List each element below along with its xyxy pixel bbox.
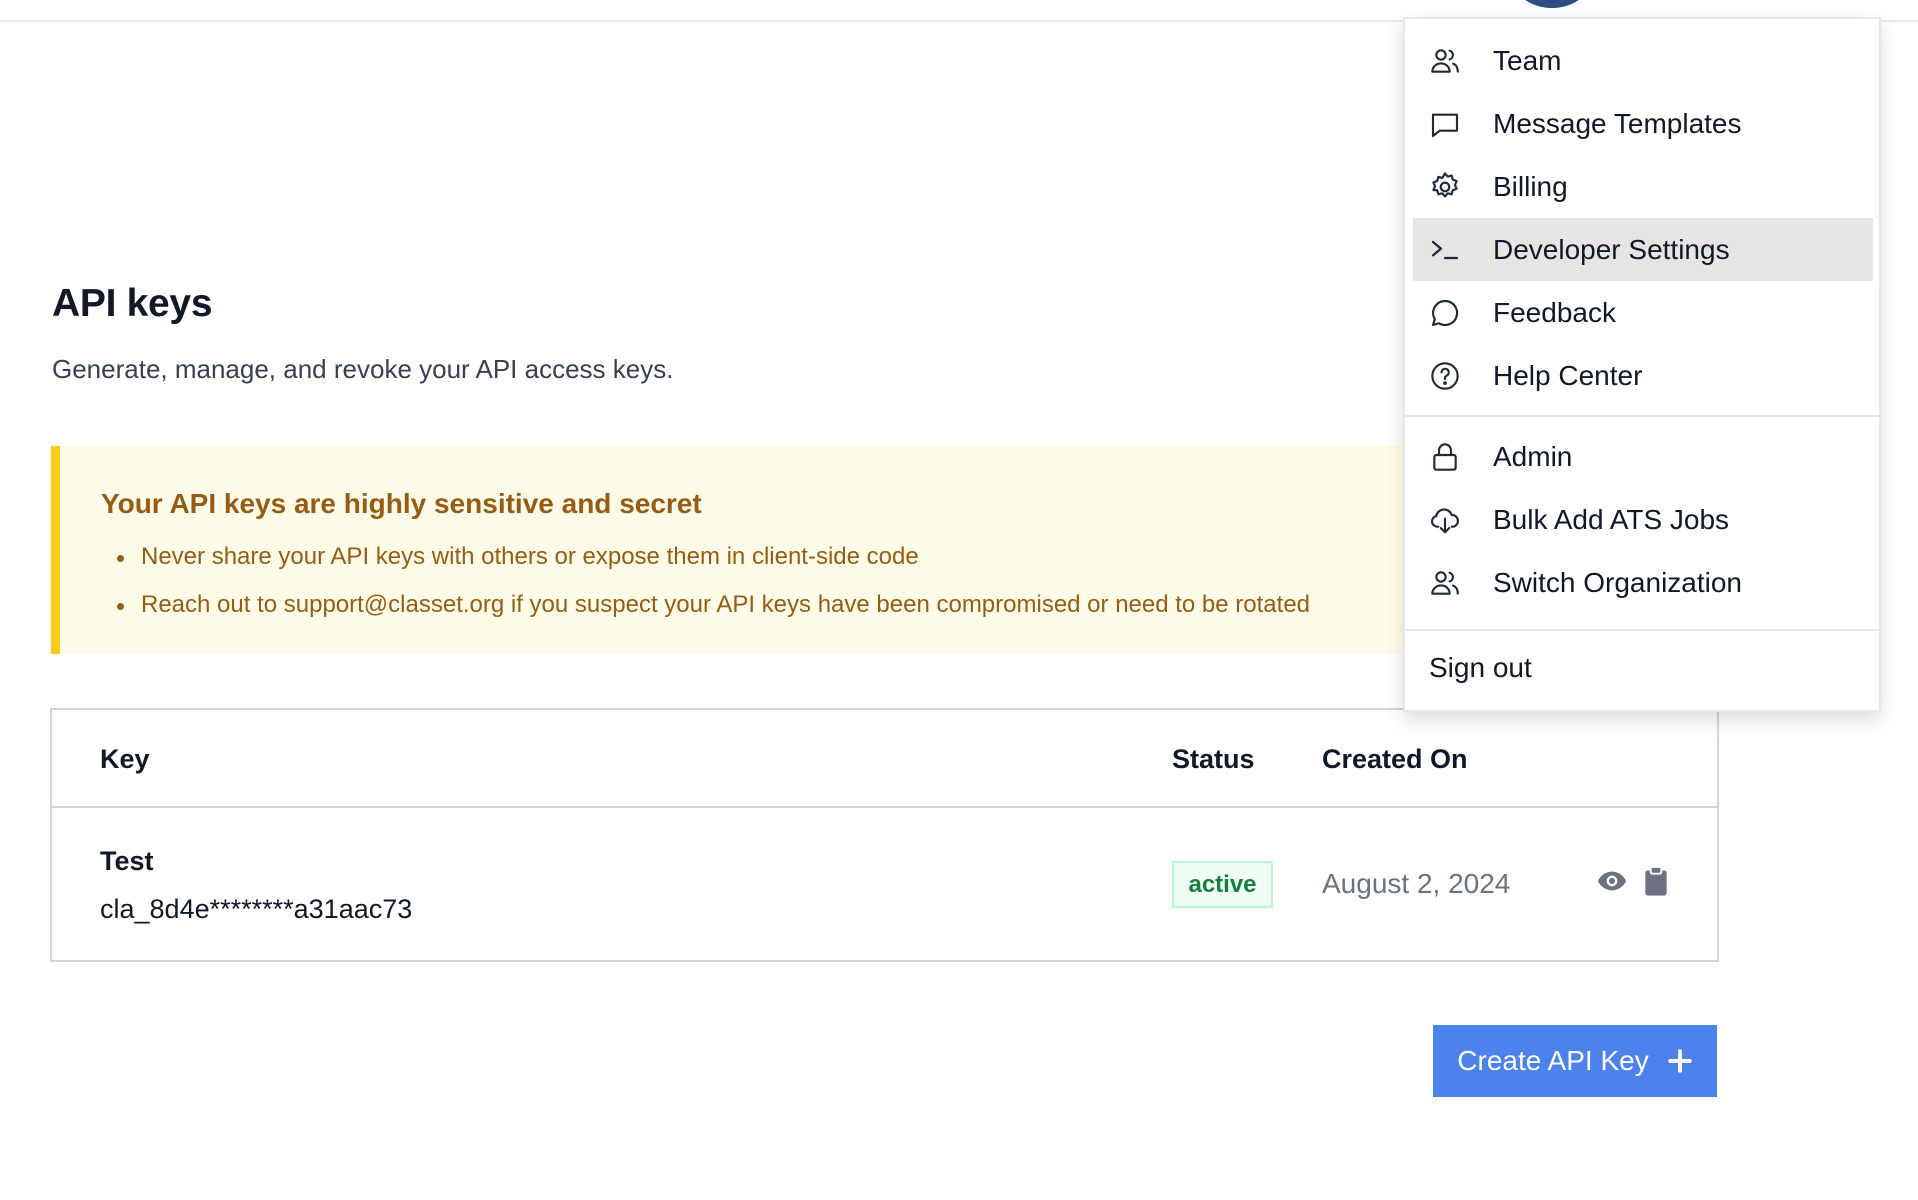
status-badge: active: [1172, 861, 1273, 908]
menu-item-label: Switch Organization: [1493, 566, 1743, 598]
menu-item-label: Feedback: [1493, 296, 1616, 328]
menu-item-label: Admin: [1493, 440, 1573, 472]
menu-item-feedback[interactable]: Feedback: [1413, 281, 1873, 344]
terminal-icon: [1431, 240, 1459, 260]
menu-item-switch-organization[interactable]: Switch Organization: [1413, 551, 1873, 614]
user-dropdown-menu: Team Message Templates Billing Developer…: [1403, 17, 1881, 712]
menu-item-admin[interactable]: Admin: [1413, 425, 1873, 488]
menu-item-label: Message Templates: [1493, 107, 1742, 139]
eye-icon[interactable]: [1596, 865, 1628, 897]
chat-bubble-icon: [1431, 299, 1459, 327]
api-keys-table: Key Status Created On Test cla_8d4e*****…: [50, 708, 1719, 962]
security-warning-box: Your API keys are highly sensitive and s…: [51, 446, 1451, 654]
column-header-created-on: Created On: [1322, 744, 1468, 774]
warning-list: Never share your API keys with others or…: [101, 542, 1310, 638]
create-api-key-button[interactable]: Create API Key: [1433, 1025, 1717, 1097]
create-api-key-label: Create API Key: [1457, 1045, 1649, 1076]
menu-item-billing[interactable]: Billing: [1413, 155, 1873, 218]
cloud-download-icon: [1430, 508, 1459, 534]
clipboard-icon[interactable]: [1640, 865, 1672, 897]
created-date: August 2, 2024: [1322, 868, 1511, 899]
menu-item-label: Bulk Add ATS Jobs: [1493, 503, 1730, 535]
lock-icon: [1433, 443, 1457, 471]
message-square-icon: [1431, 113, 1459, 138]
users-icon: [1431, 49, 1459, 73]
menu-item-label: Team: [1493, 44, 1562, 76]
gear-icon: [1432, 172, 1458, 198]
table-header: Key Status Created On: [52, 710, 1717, 808]
menu-item-developer-settings[interactable]: Developer Settings: [1413, 218, 1873, 281]
key-value: cla_8d4e********a31aac73: [100, 894, 413, 924]
menu-item-bulk-add-ats-jobs[interactable]: Bulk Add ATS Jobs: [1413, 488, 1873, 551]
key-name: Test: [100, 846, 154, 876]
column-header-key: Key: [100, 744, 150, 774]
menu-item-team[interactable]: Team: [1413, 29, 1873, 92]
plus-icon: [1668, 1049, 1692, 1073]
menu-item-label: Help Center: [1493, 359, 1643, 391]
users-icon: [1431, 571, 1459, 595]
help-circle-icon: [1431, 362, 1459, 390]
sign-out-button[interactable]: Sign out: [1429, 652, 1532, 684]
menu-divider: [1405, 629, 1879, 631]
menu-item-help-center[interactable]: Help Center: [1413, 344, 1873, 407]
warning-title: Your API keys are highly sensitive and s…: [101, 488, 702, 519]
column-header-status: Status: [1172, 744, 1255, 774]
menu-item-label: Developer Settings: [1493, 233, 1730, 265]
menu-item-label: Billing: [1493, 170, 1568, 202]
warning-item: Reach out to support@classet.org if you …: [101, 590, 1310, 638]
page-subtitle: Generate, manage, and revoke your API ac…: [52, 354, 674, 384]
menu-divider: [1405, 415, 1879, 417]
user-avatar[interactable]: [1515, 0, 1589, 8]
menu-item-message-templates[interactable]: Message Templates: [1413, 92, 1873, 155]
warning-item: Never share your API keys with others or…: [101, 542, 1310, 590]
table-row: Test cla_8d4e********a31aac73 active Aug…: [52, 808, 1717, 962]
page-title: API keys: [52, 282, 213, 325]
